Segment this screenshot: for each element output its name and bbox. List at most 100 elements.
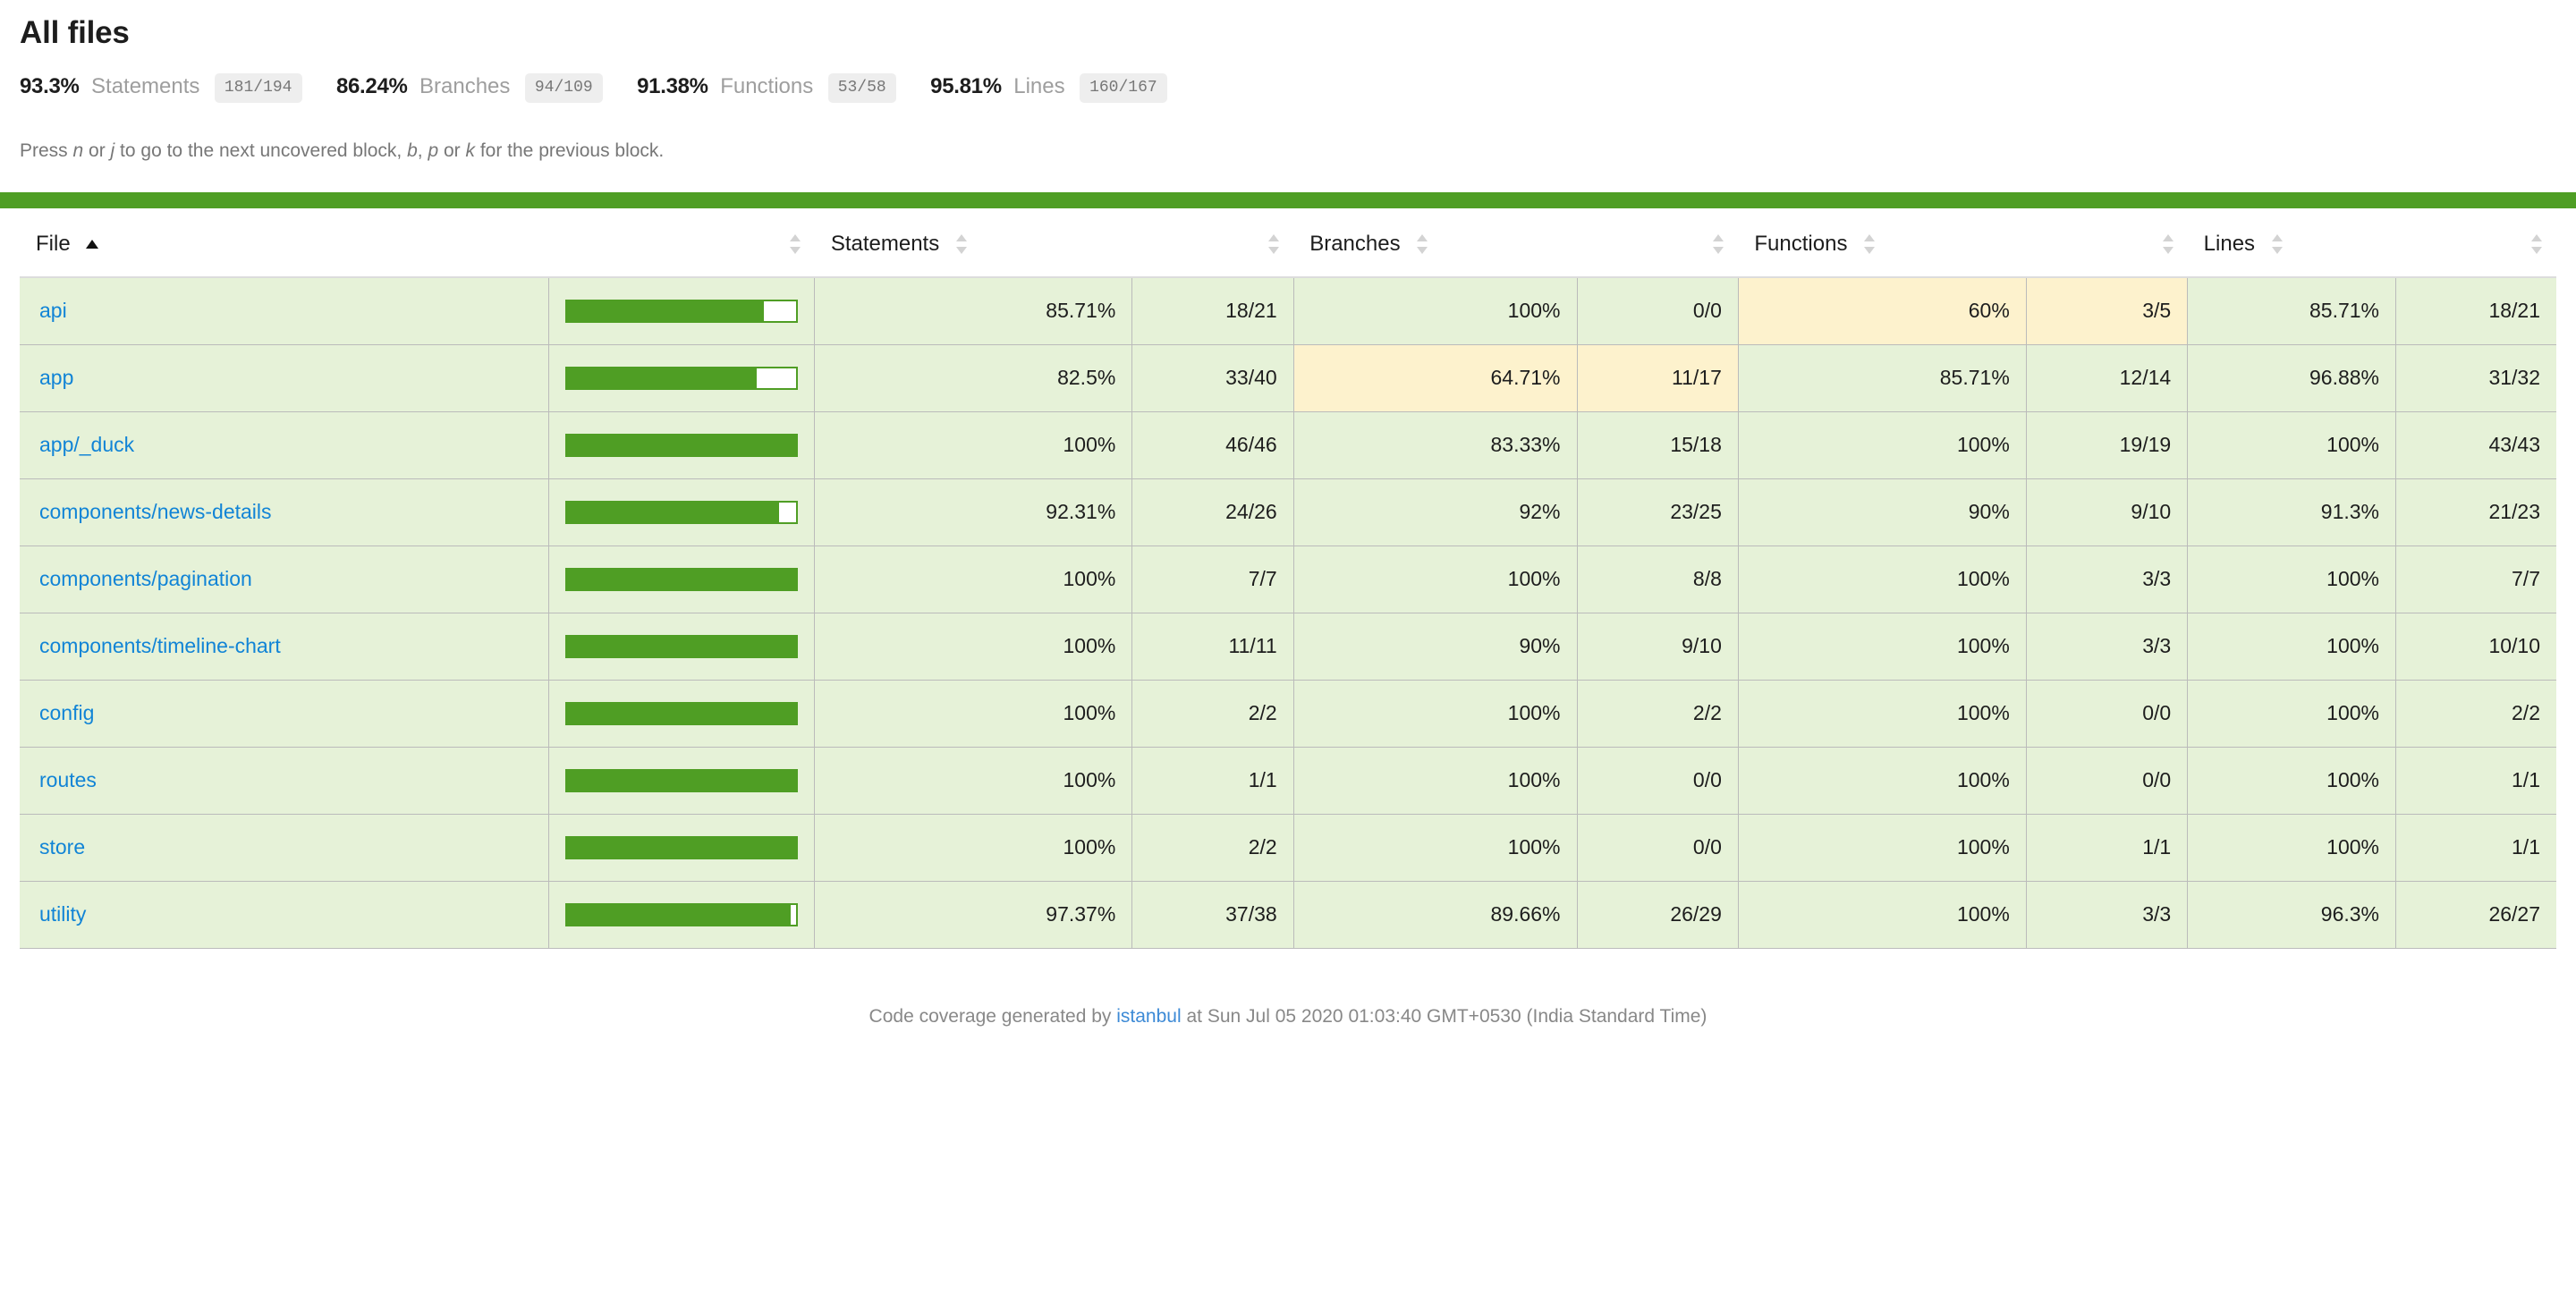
cell-branches-pct: 92%: [1292, 478, 1578, 546]
summary-item-functions: 91.38% Functions 53/58: [637, 72, 896, 105]
cell-functions-raw: 0/0: [2025, 679, 2189, 748]
sort-toggle-icon-statements-raw: [1267, 233, 1280, 256]
file-link[interactable]: routes: [39, 768, 97, 791]
coverage-table-container: File Statements Branches Functions Lines…: [0, 207, 2576, 949]
istanbul-link[interactable]: istanbul: [1116, 1006, 1181, 1027]
table-row[interactable]: api 85.71% 18/21 100% 0/0 60% 3/5 85.71% 18/21: [20, 276, 2556, 345]
cell-statements-raw: 24/26: [1131, 478, 1294, 546]
coverage-bar: [565, 835, 799, 859]
cell-coverage-bar: [548, 276, 816, 345]
coverage-status-bar: [0, 191, 2576, 208]
cell-lines-pct: 96.3%: [2187, 880, 2396, 949]
cell-file: components/timeline-chart: [20, 612, 550, 681]
cell-lines-raw: 7/7: [2395, 545, 2556, 613]
cell-lines-pct: 91.3%: [2187, 478, 2396, 546]
functions-pct: 91.38%: [637, 73, 708, 98]
column-header-statements[interactable]: Statements: [814, 207, 1132, 278]
table-head: File Statements Branches Functions Lines: [20, 207, 2556, 278]
sort-toggle-icon-statements: [954, 233, 967, 256]
cell-coverage-bar: [548, 679, 816, 748]
column-header-pic[interactable]: [548, 207, 815, 278]
coverage-bar-fill: [567, 368, 757, 388]
column-header-lines[interactable]: Lines: [2187, 207, 2396, 278]
cell-statements-raw: 1/1: [1131, 746, 1294, 815]
cell-lines-raw: 1/1: [2395, 813, 2556, 882]
cell-lines-raw: 2/2: [2395, 679, 2556, 748]
table-row[interactable]: app 82.5% 33/40 64.71% 11/17 85.71% 12/14 96.88…: [20, 343, 2556, 412]
table-row[interactable]: store 100% 2/2 100% 0/0 100% 1/1 100% 1/1: [20, 813, 2556, 882]
sort-toggle-icon-lines: [2270, 233, 2283, 256]
cell-functions-pct: 100%: [1737, 545, 2027, 613]
cell-coverage-bar: [548, 813, 816, 882]
column-header-statements-raw[interactable]: [1131, 207, 1294, 278]
lines-fraction: 160/167: [1080, 72, 1167, 103]
column-header-functions[interactable]: Functions: [1738, 207, 2027, 278]
cell-lines-raw: 1/1: [2395, 746, 2556, 815]
coverage-bar-fill: [565, 634, 799, 658]
help-part-1: Press: [20, 140, 73, 161]
cell-lines-pct: 96.88%: [2187, 343, 2396, 412]
help-key-b: b: [407, 140, 418, 161]
cell-lines-raw: 31/32: [2395, 343, 2556, 412]
cell-functions-pct: 100%: [1737, 880, 2027, 949]
coverage-report-page: All files 93.3% Statements 181/194 86.24…: [0, 0, 2576, 1051]
file-link[interactable]: components/pagination: [39, 567, 252, 590]
cell-branches-raw: 0/0: [1576, 746, 1739, 815]
cell-file: config: [20, 679, 550, 748]
table-row[interactable]: app/_duck 100% 46/46 83.33% 15/18 100% 19/19 10…: [20, 410, 2556, 479]
column-header-branches[interactable]: Branches: [1293, 207, 1577, 278]
cell-branches-raw: 15/18: [1576, 410, 1739, 479]
table-row[interactable]: components/news-details 92.31% 24/26 92% 23/…: [20, 478, 2556, 546]
file-link[interactable]: components/news-details: [39, 500, 272, 523]
cell-functions-raw: 12/14: [2025, 343, 2189, 412]
cell-statements-raw: 33/40: [1131, 343, 1294, 412]
file-link[interactable]: app: [39, 366, 73, 389]
cell-coverage-bar: [548, 478, 816, 546]
file-link[interactable]: config: [39, 701, 94, 724]
coverage-bar-fill: [565, 567, 799, 591]
cell-statements-pct: 100%: [814, 813, 1133, 882]
cell-branches-pct: 100%: [1292, 813, 1578, 882]
coverage-bar: [565, 567, 799, 591]
table-row[interactable]: config 100% 2/2 100% 2/2 100% 0/0 100% 2/2: [20, 679, 2556, 748]
cell-branches-pct: 100%: [1292, 679, 1578, 748]
cell-branches-pct: 100%: [1292, 276, 1578, 345]
cell-functions-raw: 9/10: [2025, 478, 2189, 546]
coverage-bar-fill: [565, 768, 799, 792]
column-header-lines-raw[interactable]: [2395, 207, 2556, 278]
cell-functions-raw: 3/3: [2025, 880, 2189, 949]
sort-ascending-icon: [85, 239, 99, 250]
column-label-branches: Branches: [1309, 231, 1401, 256]
file-link[interactable]: api: [39, 299, 67, 322]
column-label-file: File: [36, 231, 71, 256]
report-footer: Code coverage generated by istanbul at S…: [0, 949, 2576, 1051]
lines-label: Lines: [1013, 73, 1065, 98]
column-header-functions-raw[interactable]: [2026, 207, 2188, 278]
cell-lines-pct: 85.71%: [2187, 276, 2396, 345]
cell-lines-pct: 100%: [2187, 410, 2396, 479]
statements-pct: 93.3%: [20, 73, 80, 98]
sort-toggle-icon-branches: [1415, 233, 1428, 256]
file-link[interactable]: components/timeline-chart: [39, 634, 281, 657]
statements-fraction: 181/194: [214, 72, 302, 103]
cell-statements-raw: 37/38: [1131, 880, 1294, 949]
cell-statements-pct: 100%: [814, 410, 1133, 479]
cell-file: components/news-details: [20, 478, 550, 546]
column-header-file[interactable]: File: [20, 207, 549, 278]
file-link[interactable]: store: [39, 835, 85, 858]
cell-functions-pct: 100%: [1737, 679, 2027, 748]
column-header-branches-raw[interactable]: [1577, 207, 1739, 278]
coverage-bar: [565, 433, 799, 457]
cell-functions-raw: 3/3: [2025, 545, 2189, 613]
cell-statements-pct: 100%: [814, 746, 1133, 815]
table-row[interactable]: routes 100% 1/1 100% 0/0 100% 0/0 100% 1/1: [20, 746, 2556, 815]
cell-functions-pct: 100%: [1737, 813, 2027, 882]
cell-lines-pct: 100%: [2187, 612, 2396, 681]
table-row[interactable]: components/timeline-chart 100% 11/11 90% 9/1…: [20, 612, 2556, 681]
coverage-bar-fill: [567, 904, 791, 925]
table-row[interactable]: components/pagination 100% 7/7 100% 8/8 100% 3…: [20, 545, 2556, 613]
file-link[interactable]: utility: [39, 902, 86, 926]
coverage-bar: [565, 701, 799, 725]
file-link[interactable]: app/_duck: [39, 433, 134, 456]
table-row[interactable]: utility 97.37% 37/38 89.66% 26/29 100% 3/3 96.3…: [20, 880, 2556, 949]
